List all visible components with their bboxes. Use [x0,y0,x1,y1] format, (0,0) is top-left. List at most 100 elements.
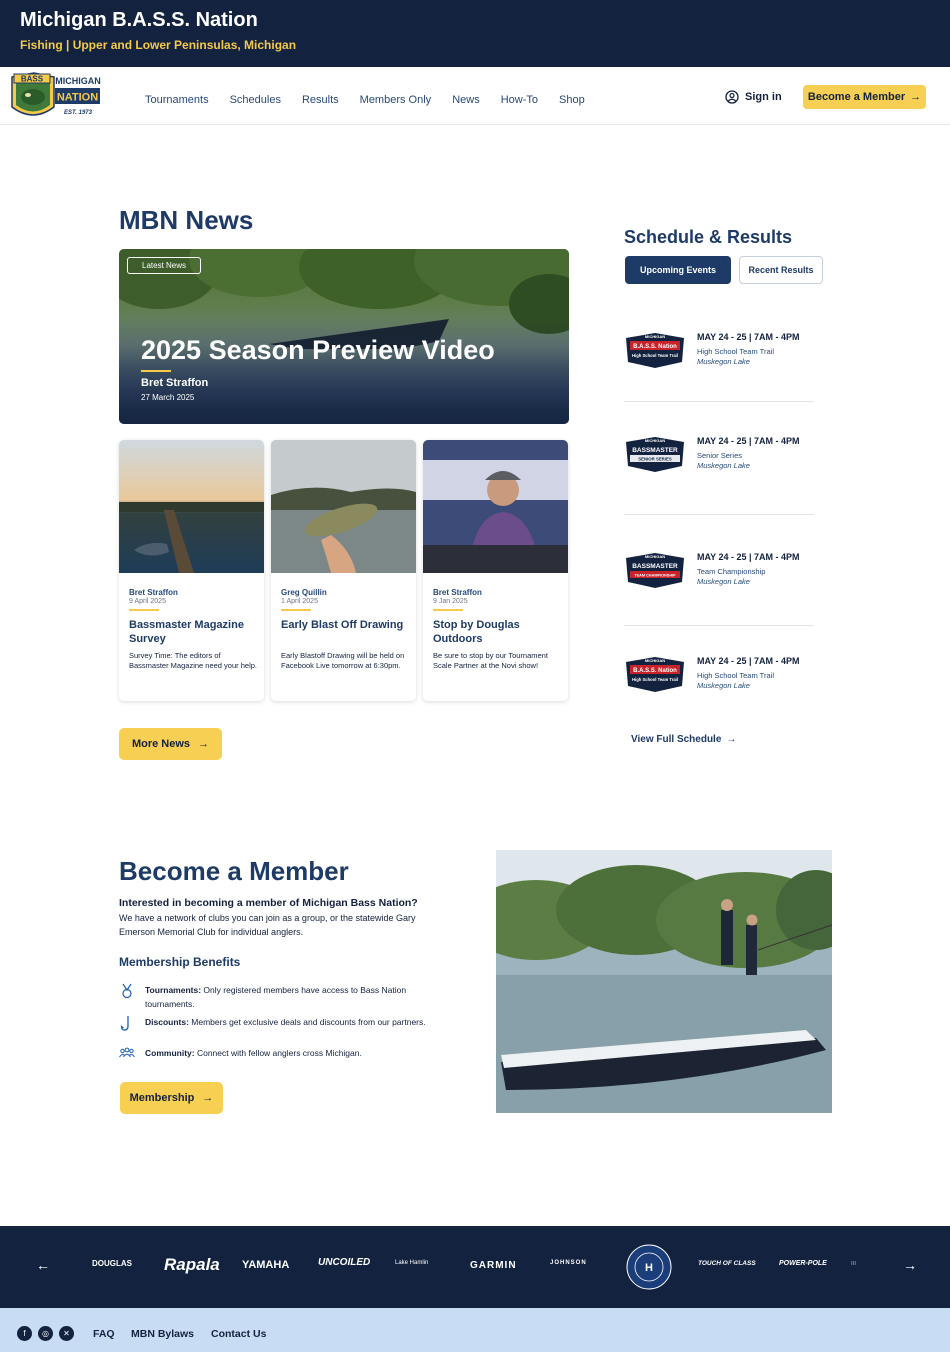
benefit-label: Tournaments: [145,985,202,995]
card-author: Bret Straffon [129,588,178,597]
card-title: Bassmaster Magazine Survey [129,619,244,645]
facebook-icon[interactable]: f [17,1326,32,1341]
footer-link-bylaws[interactable]: MBN Bylaws [131,1328,194,1340]
card-title: Stop by Douglas Outdoors [433,619,520,645]
svg-text:High School Team Trail: High School Team Trail [632,677,678,682]
hero-author: Bret Straffon [141,377,209,389]
nav-news[interactable]: News [452,94,480,106]
hero-headline: 2025 Season Preview Video [141,335,495,365]
sponsor-logo[interactable]: Rapala [164,1255,220,1275]
sponsor-logo[interactable]: UNCOILED [318,1257,370,1268]
sponsor-carousel: ← DOUGLAS Rapala YAMAHA UNCOILED Lake Ha… [0,1226,950,1308]
member-photo-boat [496,850,832,1113]
arrow-right-icon: → [202,1092,214,1104]
hero-date: 27 March 2025 [141,393,195,402]
fish-hook-icon [120,1016,129,1031]
sponsor-logo[interactable]: III [851,1261,856,1267]
nav-members-only[interactable]: Members Only [360,94,432,106]
divider [624,514,814,515]
mbn-logo[interactable]: BASS MICHIGAN NATION EST. 1973 [10,71,102,123]
footer-link-faq[interactable]: FAQ [93,1328,115,1340]
event-location: Muskegon Lake [697,681,750,690]
x-icon[interactable]: ✕ [59,1326,74,1341]
main-nav: BASS MICHIGAN NATION EST. 1973 Tournamen… [0,67,950,125]
logo-bass-text: BASS [21,75,44,84]
carousel-next-icon[interactable]: → [903,1257,917,1273]
divider [624,401,814,402]
sponsor-logo[interactable]: JOHNSON [550,1260,587,1266]
logo-est-text: EST. 1973 [64,110,93,116]
svg-text:MICHIGAN: MICHIGAN [645,554,665,559]
sponsor-logo[interactable]: TOUCH OF CLASS [698,1260,756,1267]
tab-recent-results[interactable]: Recent Results [739,256,823,284]
carousel-prev-icon[interactable]: ← [36,1257,50,1273]
more-news-button[interactable]: More News → [119,728,222,760]
tab-upcoming-events[interactable]: Upcoming Events [625,256,731,284]
svg-text:SENIOR SERIES: SENIOR SERIES [638,457,672,462]
hero-news-card[interactable]: Latest News 2025 Season Preview Video Br… [119,249,569,424]
sponsor-logo[interactable]: GARMIN [470,1260,517,1271]
membership-button[interactable]: Membership → [120,1082,223,1114]
schedule-section-title: Schedule & Results [624,227,793,247]
svg-text:H: H [645,1262,653,1274]
card-description: Early Blastoff Drawing will be held on F… [281,651,405,670]
nav-links: Tournaments Schedules Results Members On… [145,94,606,106]
svg-text:MICHIGAN: MICHIGAN [645,334,665,339]
card-date: 1 April 2025 [281,598,318,605]
sponsor-logo[interactable]: Lake Hamlin [395,1260,428,1266]
nav-tournaments[interactable]: Tournaments [145,94,209,106]
svg-text:MICHIGAN: MICHIGAN [645,658,665,663]
svg-text:MICHIGAN: MICHIGAN [645,438,665,443]
event-location: Muskegon Lake [697,577,750,586]
nav-schedules[interactable]: Schedules [230,94,281,106]
logo-michigan-text: MICHIGAN [55,76,101,86]
svg-text:High School Team Trail: High School Team Trail [632,353,678,358]
event-name: Team Championship [697,567,766,576]
footer-link-contact[interactable]: Contact Us [211,1328,266,1340]
event-date: MAY 24 - 25 | 7AM - 4PM [697,656,800,666]
sign-in-link[interactable]: Sign in [725,90,782,104]
hs-team-trail-logo: MICHIGAN B.A.S.S. Nation High School Tea… [626,657,684,692]
member-section-title: Become a Member [119,856,349,886]
card-author: Bret Straffon [433,588,482,597]
event-name: High School Team Trail [697,671,774,680]
event-name: Senior Series [697,451,743,460]
nav-shop[interactable]: Shop [559,94,585,106]
benefit-text: Members get exclusive deals and discount… [191,1017,426,1027]
card-title: Early Blast Off Drawing [281,619,404,631]
sponsor-logo[interactable]: POWER-POLE [779,1260,827,1267]
hero-accent-bar [141,370,171,372]
footer: f ◎ ✕ FAQ MBN Bylaws Contact Us [0,1308,950,1352]
membership-label: Membership [129,1092,195,1104]
news-card[interactable]: Bret Straffon 9 April 2025 Bassmaster Ma… [119,440,264,701]
arrow-right-icon: → [198,738,210,750]
medal-icon [122,983,132,999]
event-name: High School Team Trail [697,347,774,356]
sponsor-seal-logo[interactable]: H [626,1244,672,1290]
senior-series-logo: MICHIGAN BASSMASTER SENIOR SERIES [626,437,684,472]
news-card[interactable]: Bret Straffon 9 Jan 2025 Stop by Douglas… [423,440,568,701]
svg-text:BASSMASTER: BASSMASTER [632,563,678,570]
become-member-button[interactable]: Become a Member → [803,85,926,109]
latest-news-badge: Latest News [127,257,202,274]
card-description: Survey Time: The editors of Bassmaster M… [129,651,257,670]
news-card[interactable]: Greg Quillin 1 April 2025 Early Blast Of… [271,440,416,701]
user-icon [725,90,739,104]
svg-text:B.A.S.S. Nation: B.A.S.S. Nation [633,344,677,350]
nav-how-to[interactable]: How-To [501,94,538,106]
instagram-icon[interactable]: ◎ [38,1326,53,1341]
member-description: We have a network of clubs you can join … [119,913,416,937]
svg-text:BASSMASTER: BASSMASTER [632,447,678,454]
sponsor-logo[interactable]: DOUGLAS [92,1259,132,1268]
logo-nation-text: NATION [57,92,98,104]
news-section-title: MBN News [119,205,254,235]
arrow-right-icon: → [726,734,737,745]
svg-text:TEAM CHAMPIONSHIP: TEAM CHAMPIONSHIP [634,574,676,578]
event-date: MAY 24 - 25 | 7AM - 4PM [697,332,800,342]
view-full-schedule-label: View Full Schedule [631,734,722,745]
benefits-title: Membership Benefits [119,955,241,969]
sponsor-logo[interactable]: YAMAHA [242,1259,289,1271]
arrow-right-icon: → [910,91,922,103]
view-full-schedule-link[interactable]: View Full Schedule → [631,734,736,745]
nav-results[interactable]: Results [302,94,339,106]
